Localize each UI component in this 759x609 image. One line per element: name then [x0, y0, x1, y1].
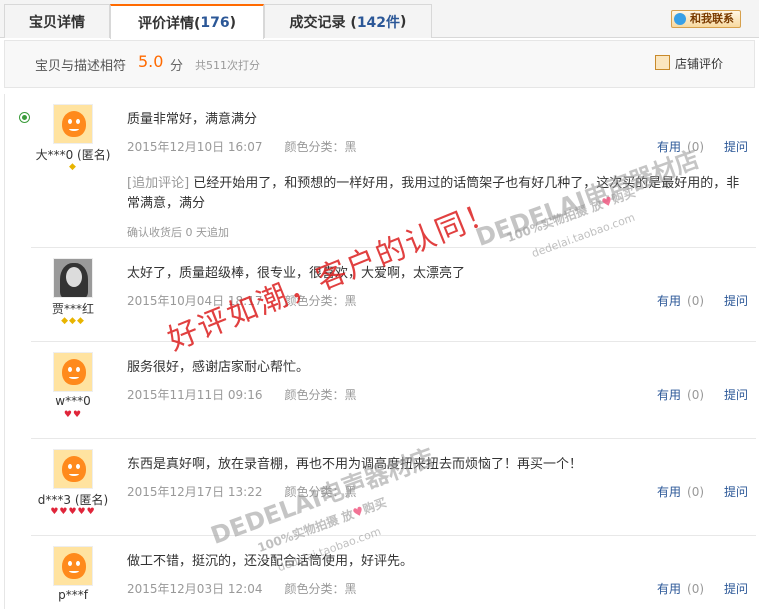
ask-button[interactable]: 提问	[724, 483, 748, 500]
helpful-count: (0)	[687, 388, 705, 402]
reviewer-name: d***3 (匿名)	[37, 493, 109, 507]
helpful-button[interactable]: 有用 (0)	[657, 292, 704, 309]
reviewer-name: 大***0 (匿名)	[35, 148, 111, 162]
review-text: 做工不错，挺沉的，还没配合话筒使用，好评先。	[127, 554, 414, 569]
helpful-label: 有用	[657, 388, 682, 402]
rank-badge-icon: ♥♥	[63, 410, 83, 420]
append-tag: [追加评论]	[127, 176, 190, 191]
tab-label: 宝贝详情	[29, 14, 85, 31]
summary-score: 5.0	[138, 52, 164, 71]
review-item: d***3 (匿名) ♥♥♥♥♥ 东西是真好啊，放在录音棚，再也不用为调高度扭来…	[31, 439, 756, 536]
helpful-count: (0)	[687, 294, 705, 308]
avatar	[53, 258, 93, 298]
tab-reviews[interactable]: 评价详情(176)	[110, 4, 264, 39]
reviewer-name: 贾***红	[51, 302, 94, 316]
mascot-icon	[62, 111, 86, 137]
contact-label: 和我联系	[690, 12, 734, 25]
helpful-count: (0)	[687, 582, 705, 596]
contact-button[interactable]: 和我联系	[671, 10, 741, 28]
tab-item-details[interactable]: 宝贝详情	[4, 4, 110, 38]
rank-badge-icon: ◆◆◆	[61, 316, 85, 326]
avatar	[53, 546, 93, 586]
summary-votes: 共511次打分	[195, 59, 260, 72]
tab-count: 142件	[356, 14, 401, 31]
tab-suffix: )	[400, 13, 407, 30]
review-date: 2015年11月11日 09:16	[127, 388, 263, 402]
review-text: 东西是真好啊，放在录音棚，再也不用为调高度扭来扭去而烦恼了！再买一个！	[127, 457, 583, 472]
helpful-button[interactable]: 有用 (0)	[657, 386, 704, 403]
tab-label: 成交记录 (	[289, 14, 357, 31]
helpful-button[interactable]: 有用 (0)	[657, 580, 704, 597]
tab-bar: 宝贝详情 评价详情(176) 成交记录 (142件) 和我联系	[0, 0, 759, 39]
review-color: 颜色分类：黑	[284, 485, 357, 499]
radio-selector[interactable]	[19, 112, 30, 123]
shop-rating-link[interactable]: 店铺评价	[655, 55, 723, 72]
avatar	[53, 352, 93, 392]
avatar	[53, 449, 93, 489]
review-date: 2015年12月17日 13:22	[127, 485, 263, 499]
review-item: 大***0 (匿名) ◆ 质量非常好，满意满分 2015年12月10日 16:0…	[31, 94, 756, 248]
helpful-count: (0)	[687, 485, 705, 499]
ask-button[interactable]: 提问	[724, 386, 748, 403]
review-date: 2015年12月03日 12:04	[127, 582, 263, 596]
helpful-label: 有用	[657, 582, 682, 596]
append-text: 已经开始用了，和预想的一样好用，我用过的话筒架子也有好几种了，这次买的是最好用的…	[127, 176, 740, 211]
review-date: 2015年12月10日 16:07	[127, 140, 263, 154]
helpful-label: 有用	[657, 485, 682, 499]
helpful-button[interactable]: 有用 (0)	[657, 138, 704, 155]
reviewer-name: p***f	[58, 588, 88, 602]
helpful-count: (0)	[687, 140, 705, 154]
review-meta: 2015年10月04日 18:17 颜色分类：黑	[127, 292, 357, 309]
calendar-icon	[655, 55, 670, 70]
ask-button[interactable]: 提问	[724, 292, 748, 309]
helpful-label: 有用	[657, 140, 682, 154]
helpful-button[interactable]: 有用 (0)	[657, 483, 704, 500]
summary-label: 宝贝与描述相符	[35, 59, 127, 74]
rank-badge-icon: ◆	[69, 162, 77, 172]
chat-icon	[674, 13, 686, 25]
mascot-icon	[62, 553, 86, 579]
review-color: 颜色分类：黑	[284, 140, 357, 154]
tab-transactions[interactable]: 成交记录 (142件)	[264, 4, 432, 38]
rank-badge-icon: ♥♥♥♥♥	[50, 507, 96, 517]
reviewer-name: w***0	[55, 394, 91, 408]
tab-count: 176	[200, 14, 230, 31]
review-list: 大***0 (匿名) ◆ 质量非常好，满意满分 2015年12月10日 16:0…	[4, 94, 756, 609]
append-delay: 确认收货后 0 天追加	[127, 226, 229, 239]
review-date: 2015年10月04日 18:17	[127, 294, 263, 308]
summary-unit: 分	[170, 59, 184, 74]
tab-suffix: )	[229, 14, 237, 31]
review-text: 太好了，质量超级棒，很专业，很喜欢，大爱啊，太漂亮了	[127, 266, 466, 281]
review-item: p***f 做工不错，挺沉的，还没配合话筒使用，好评先。 2015年12月03日…	[31, 536, 756, 609]
review-color: 颜色分类：黑	[284, 294, 357, 308]
review-meta: 2015年12月17日 13:22 颜色分类：黑	[127, 483, 357, 500]
review-meta: 2015年12月10日 16:07 颜色分类：黑	[127, 138, 357, 155]
tab-label: 评价详情(	[137, 15, 201, 32]
review-text: 服务很好，感谢店家耐心帮忙。	[127, 360, 310, 375]
review-meta: 2015年11月11日 09:16 颜色分类：黑	[127, 386, 357, 403]
review-color: 颜色分类：黑	[284, 582, 357, 596]
mascot-icon	[62, 456, 86, 482]
avatar	[53, 104, 93, 144]
review-meta: 2015年12月03日 12:04 颜色分类：黑	[127, 580, 357, 597]
review-item: w***0 ♥♥ 服务很好，感谢店家耐心帮忙。 2015年11月11日 09:1…	[31, 342, 756, 439]
review-item: 贾***红 ◆◆◆ 太好了，质量超级棒，很专业，很喜欢，大爱啊，太漂亮了 201…	[31, 248, 756, 342]
append-review: [追加评论] 已经开始用了，和预想的一样好用，我用过的话筒架子也有好几种了，这次…	[127, 174, 747, 214]
review-color: 颜色分类：黑	[284, 388, 357, 402]
shop-rating-label: 店铺评价	[675, 57, 724, 71]
ask-button[interactable]: 提问	[724, 138, 748, 155]
mascot-icon	[62, 359, 86, 385]
helpful-label: 有用	[657, 294, 682, 308]
rating-summary: 宝贝与描述相符 5.0 分 共511次打分 店铺评价	[4, 40, 755, 88]
review-text: 质量非常好，满意满分	[127, 112, 258, 127]
ask-button[interactable]: 提问	[724, 580, 748, 597]
